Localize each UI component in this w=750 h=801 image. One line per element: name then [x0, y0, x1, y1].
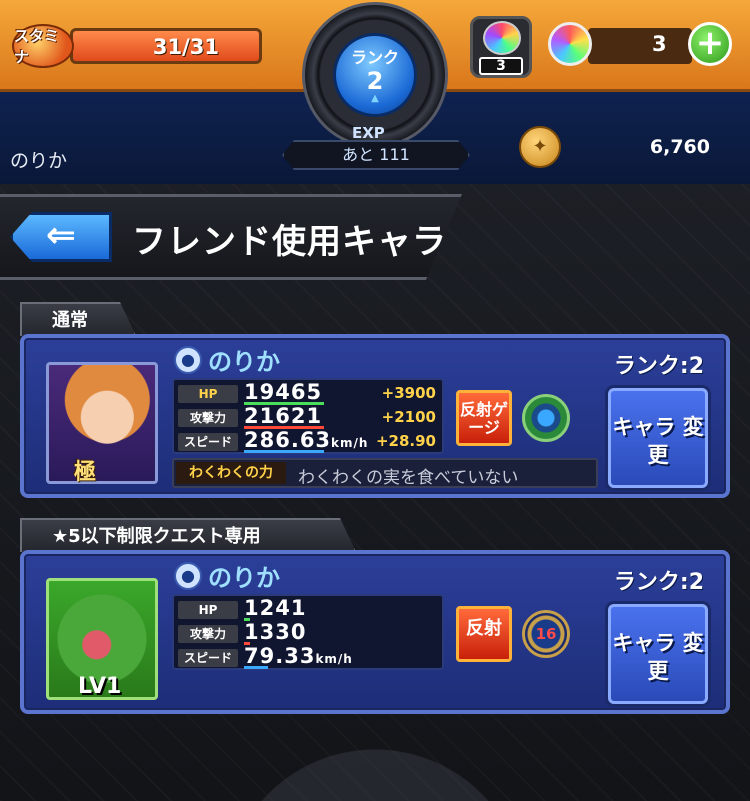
- orb-bar: [588, 28, 692, 64]
- rank-label: ランク: [350, 48, 399, 67]
- ultimate-badge: 極: [74, 460, 97, 485]
- coin-icon: ✦: [519, 126, 561, 168]
- stats-box: HP 1241 攻撃力 1330 スピード 79.33km/h: [172, 594, 444, 670]
- speed-unit: km/h: [331, 436, 369, 450]
- attack-value: 21621: [244, 404, 323, 428]
- speed-number: 286.63: [244, 428, 332, 452]
- friend-rank: ランク:2: [613, 570, 704, 595]
- hp-row: HP 19465 +3900: [174, 380, 446, 406]
- speed-row: スピード 286.63km/h +28.90: [174, 428, 446, 454]
- hp-label: HP: [178, 601, 238, 619]
- friend-character-panel-star5: LV1 ● のりか ランク:2 HP 1241 攻撃力 1330 スピード 79…: [20, 550, 730, 714]
- orb-count: 3: [652, 32, 667, 56]
- section-label-normal: 通常: [20, 302, 136, 336]
- attack-label: 攻撃力: [178, 409, 238, 427]
- friend-user-name: のりか: [208, 564, 280, 592]
- page-title: フレンド使用キャラ: [132, 222, 447, 262]
- orb-icon: [548, 22, 592, 66]
- stats-box: HP 19465 +3900 攻撃力 21621 +2100 スピード 286.…: [172, 378, 444, 454]
- hp-bonus: +3900: [381, 384, 436, 402]
- gem-slot[interactable]: 3: [470, 16, 532, 78]
- attack-value: 1330: [244, 620, 307, 644]
- character-portrait[interactable]: [46, 362, 158, 484]
- attack-label: 攻撃力: [178, 625, 238, 643]
- coin-count: 6,760: [649, 136, 710, 158]
- add-orb-button[interactable]: +: [688, 22, 732, 66]
- rank-badge[interactable]: ランク 2 ▲: [333, 33, 417, 117]
- speed-row: スピード 79.33km/h: [174, 644, 446, 670]
- orb-counter: 3 +: [548, 22, 738, 70]
- rainbow-gem-icon: [483, 21, 521, 55]
- speed-label: スピード: [178, 433, 238, 451]
- attack-row: 攻撃力 1330: [174, 620, 446, 646]
- speed-bonus: +28.90: [375, 432, 436, 450]
- stamina-icon: スタミナ: [12, 24, 74, 68]
- section-label-star5: ★5以下制限クエスト専用: [20, 518, 356, 552]
- speed-value: 79.33km/h: [244, 644, 353, 668]
- hp-value: 1241: [244, 596, 307, 620]
- change-character-button[interactable]: キャラ 変更: [608, 388, 708, 488]
- speed-gauge-icon: [522, 394, 570, 442]
- hp-row: HP 1241: [174, 596, 446, 622]
- reflect-icon: 反射: [456, 606, 512, 662]
- rank-value: 2: [366, 67, 384, 95]
- attack-row: 攻撃力 21621 +2100: [174, 404, 446, 430]
- speed-value: 286.63km/h: [244, 428, 368, 452]
- level-badge: LV1: [78, 674, 122, 699]
- back-arrow-icon: ⇐: [45, 215, 77, 256]
- friend-character-panel-normal: 極 ● のりか ランク:2 HP 19465 +3900 攻撃力 21621 +…: [20, 334, 730, 498]
- hp-label: HP: [178, 385, 238, 403]
- hp-value: 19465: [244, 380, 323, 404]
- reflect-gauge-icon: 反射ゲージ: [456, 390, 512, 446]
- speed-underline: [244, 666, 268, 669]
- wakuwaku-label: わくわくの力: [176, 462, 286, 484]
- wakuwaku-box: わくわくの力 わくわくの実を食べていない: [172, 458, 598, 488]
- gem-count: 3: [479, 57, 523, 75]
- speed-number: 79.33: [244, 644, 316, 668]
- speed-label: スピード: [178, 649, 238, 667]
- player-name: のりか: [10, 150, 68, 172]
- stamina-bar: 31/31: [70, 28, 262, 64]
- friend-rank: ランク:2: [613, 354, 704, 379]
- speed-unit: km/h: [315, 652, 353, 666]
- user-icon: ●: [174, 562, 202, 590]
- wakuwaku-value: わくわくの実を食べていない: [298, 468, 519, 488]
- user-icon: ●: [174, 346, 202, 374]
- attack-bonus: +2100: [381, 408, 436, 426]
- change-character-button[interactable]: キャラ 変更: [608, 604, 708, 704]
- friend-user-name: のりか: [208, 348, 280, 376]
- exp-label: EXP: [352, 124, 385, 142]
- exp-remaining: あと 111: [282, 140, 470, 170]
- stamina-value: 31/31: [152, 35, 219, 59]
- luck-badge-icon: 16: [522, 610, 570, 658]
- speed-underline: [244, 450, 324, 453]
- rank-up-arrow-icon: ▲: [371, 93, 379, 104]
